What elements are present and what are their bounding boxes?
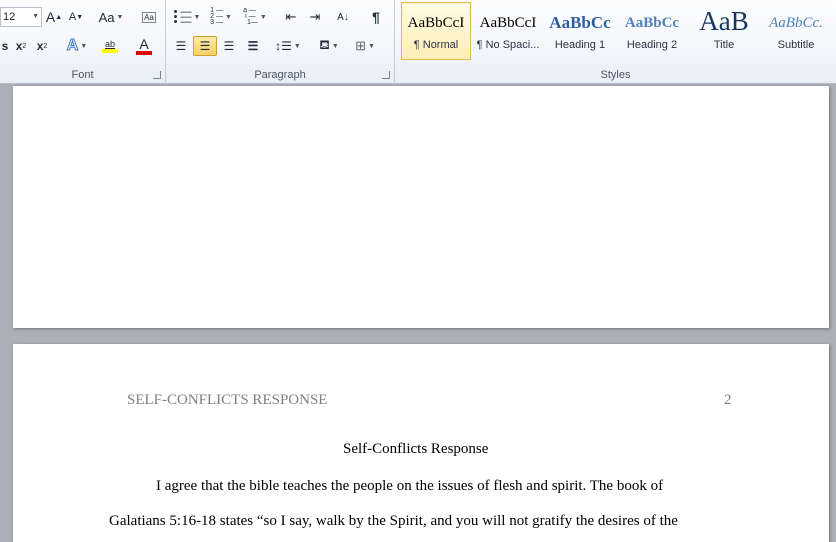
chevron-down-icon: ▼ <box>331 42 339 50</box>
page-number[interactable]: 2 <box>724 392 732 409</box>
document-page-1[interactable] <box>13 86 829 328</box>
ribbon: 12 ▼ A ▲ A ▼ Aa ▼ Aa s x2 x2 A ▼ ab A Fo… <box>0 0 836 84</box>
running-head[interactable]: SELF-CONFLICTS RESPONSE <box>127 392 327 409</box>
chevron-down-icon: ▼ <box>224 13 232 21</box>
text-effects-icon: A <box>66 37 79 55</box>
styles-gallery: AaBbCcI ¶ Normal AaBbCcI ¶ No Spaci... A… <box>401 2 836 62</box>
paragraph-line[interactable]: Galatians 5:16-18 states “so I say, walk… <box>109 513 678 530</box>
paragraph-line[interactable]: I agree that the bible teaches the peopl… <box>156 478 663 495</box>
shrink-font-button[interactable]: A ▼ <box>67 7 85 27</box>
superscript-button[interactable]: x2 <box>33 36 51 56</box>
style-preview: AaB <box>699 6 749 36</box>
subscript-button[interactable]: x2 <box>12 36 30 56</box>
highlight-icon: ab <box>104 39 115 49</box>
grow-font-icon: A <box>45 9 56 25</box>
chevron-down-icon: ▼ <box>32 13 39 20</box>
strikethrough-button[interactable]: s <box>0 36 10 56</box>
font-group: 12 ▼ A ▲ A ▼ Aa ▼ Aa s x2 x2 A ▼ ab A Fo… <box>0 0 166 84</box>
multilevel-list-button[interactable]: a ― i ― 1― ▼ <box>240 7 270 27</box>
numbered-list-icon: 1 ― 2 ― 3 ― <box>210 7 223 26</box>
highlight-color-bar <box>102 49 118 53</box>
align-right-button[interactable]: ☰ <box>218 36 240 56</box>
document-page-2[interactable]: SELF-CONFLICTS RESPONSE 2 Self-Conflicts… <box>13 344 829 542</box>
multilevel-list-icon: a ― i ― 1― <box>243 7 258 26</box>
styles-group-label: Styles <box>600 69 631 81</box>
bullets-button[interactable]: • ― • ― • ― ▼ <box>172 5 202 28</box>
decrease-indent-button[interactable]: ⇤ <box>280 7 302 27</box>
borders-icon: ⊞ <box>355 38 366 53</box>
subscript-icon: x <box>15 39 23 53</box>
numbering-button[interactable]: 1 ― 2 ― 3 ― ▼ <box>206 7 236 27</box>
chevron-down-icon: ▼ <box>293 42 301 50</box>
chevron-down-icon: ▼ <box>193 13 201 21</box>
style-name: Heading 2 <box>626 39 678 51</box>
paint-bucket-icon: ⛾ <box>319 37 330 52</box>
font-group-label: Font <box>71 69 94 81</box>
font-color-button[interactable]: A <box>128 36 160 56</box>
style-name: Subtitle <box>777 39 815 51</box>
style-name: Heading 1 <box>554 39 606 51</box>
clear-formatting-icon: Aa <box>142 11 156 23</box>
style-no-spacing[interactable]: AaBbCcI ¶ No Spaci... <box>473 2 543 60</box>
superscript-icon: x <box>36 39 44 53</box>
style-preview: AaBbCc <box>549 13 611 32</box>
justify-icon: ☰ <box>247 39 259 53</box>
style-heading-1[interactable]: AaBbCc Heading 1 <box>545 2 615 60</box>
highlight-button[interactable]: ab <box>94 36 126 56</box>
document-title[interactable]: Self-Conflicts Response <box>343 441 488 458</box>
paragraph-group-label: Paragraph <box>254 69 306 81</box>
increase-indent-icon: ⇥ <box>309 9 321 24</box>
style-preview: AaBbCc <box>624 15 680 31</box>
style-name: ¶ No Spaci... <box>476 39 540 51</box>
pilcrow-icon: ¶ <box>372 9 380 25</box>
align-center-button[interactable]: ☰ <box>193 36 217 56</box>
line-spacing-button[interactable]: ↕☰ ▼ <box>272 36 304 56</box>
dialog-launcher-icon[interactable]: launch <box>382 71 390 79</box>
style-heading-2[interactable]: AaBbCc Heading 2 <box>617 2 687 60</box>
change-case-button[interactable]: Aa ▼ <box>96 7 126 27</box>
increase-indent-button[interactable]: ⇥ <box>304 7 326 27</box>
style-subtitle[interactable]: AaBbCc. Subtitle <box>761 2 831 60</box>
change-case-icon: Aa <box>98 9 115 25</box>
chevron-down-icon: ▼ <box>259 13 267 21</box>
sort-icon: A↓ <box>337 11 349 23</box>
style-name: Title <box>713 39 735 51</box>
font-color-bar <box>136 51 152 55</box>
align-center-icon: ☰ <box>199 39 211 53</box>
align-left-button[interactable]: ☰ <box>170 36 192 56</box>
strikethrough-icon: s <box>1 39 9 53</box>
sort-button[interactable]: A↓ <box>332 7 354 27</box>
chevron-down-icon: ▼ <box>116 13 124 21</box>
chevron-down-icon: ▼ <box>367 42 375 50</box>
font-size-value: 12 <box>3 11 16 23</box>
grow-font-button[interactable]: A ▲ <box>45 7 63 27</box>
dialog-launcher-icon[interactable]: launch <box>153 71 161 79</box>
style-title[interactable]: AaB Title <box>689 2 759 60</box>
font-size-box[interactable]: 12 ▼ <box>0 7 42 27</box>
shrink-font-icon: A <box>68 11 77 23</box>
bullet-list-icon: • ― • ― • ― <box>173 5 192 28</box>
chevron-down-icon: ▼ <box>80 42 88 50</box>
style-preview: AaBbCcI <box>479 15 537 31</box>
line-spacing-icon: ↕☰ <box>275 39 292 53</box>
borders-button[interactable]: ⊞ ▼ <box>350 36 380 56</box>
align-left-icon: ☰ <box>175 39 187 53</box>
shading-button[interactable]: ⛾ ▼ <box>314 36 344 56</box>
font-color-icon: A <box>139 36 149 52</box>
clear-formatting-button[interactable]: Aa <box>138 7 160 27</box>
align-right-icon: ☰ <box>223 39 235 53</box>
style-preview: AaBbCcI <box>407 15 465 31</box>
style-name: ¶ Normal <box>413 39 459 51</box>
paragraph-group: • ― • ― • ― ▼ 1 ― 2 ― 3 ― ▼ a ― i ― 1― ▼ ⇤ ⇥ A↓… <box>166 0 395 84</box>
style-preview: AaBbCc. <box>769 15 823 31</box>
decrease-indent-icon: ⇤ <box>285 9 297 24</box>
text-effects-button[interactable]: A ▼ <box>63 36 91 56</box>
show-formatting-button[interactable]: ¶ <box>365 7 387 27</box>
justify-button[interactable]: ☰ <box>242 36 264 56</box>
style-normal[interactable]: AaBbCcI ¶ Normal <box>401 2 471 60</box>
